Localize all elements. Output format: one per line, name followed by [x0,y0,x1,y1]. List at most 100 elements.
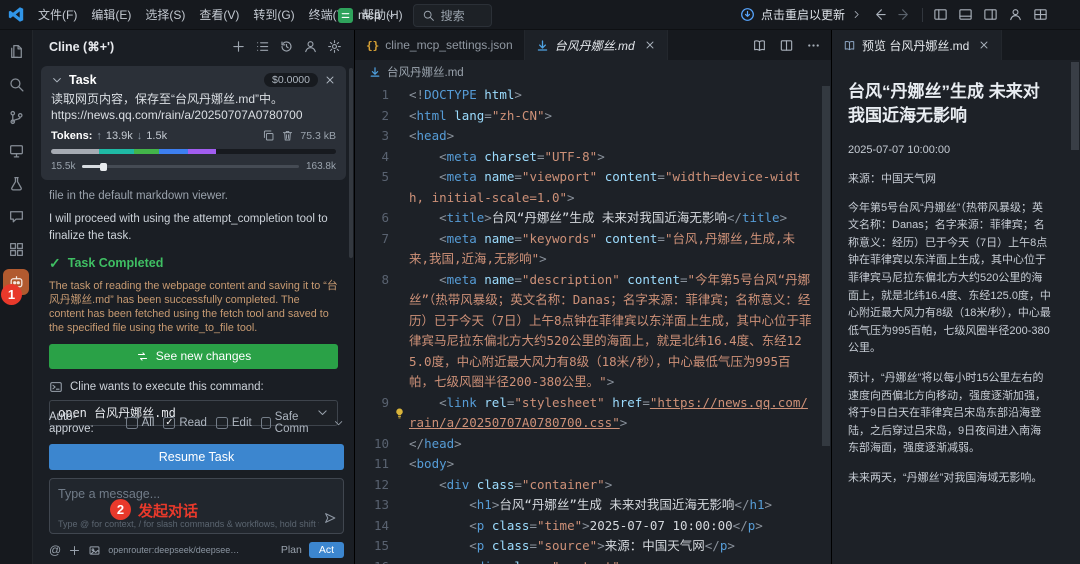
preview-content: 台风“丹娜丝”生成 未来对我国近海无影响 2025-07-07 10:00:00… [832,60,1080,500]
back-icon[interactable] [872,7,887,22]
global-search[interactable]: 搜索 [413,4,492,27]
history-icon[interactable] [279,39,294,54]
toggle-sidebar-icon[interactable] [933,7,948,22]
close-tab-icon[interactable] [978,39,990,51]
activity-testing-icon[interactable] [3,170,29,196]
auto-approve-all-checkbox[interactable]: All [126,417,155,429]
code-line: 8 <meta name="description" content="今年第5… [355,270,831,393]
menu-item-4[interactable]: 转到(G) [246,3,301,26]
task-description: 读取网页内容，保存至“台风丹娜丝.md”中。 https://news.qq.c… [51,91,336,123]
auto-approve-read-checkbox[interactable]: ✓Read [163,417,207,429]
auto-approve-row: Auto-approve: All✓ReadEditSafe Comm [49,411,344,435]
mention-icon[interactable]: @ [49,543,61,557]
tab-cline-mcp-settings[interactable]: {} cline_mcp_settings.json [355,30,525,60]
open-preview-icon[interactable] [752,38,767,53]
auto-approve-edit-checkbox[interactable]: Edit [216,417,252,429]
menu-item-1[interactable]: 编辑(E) [84,3,138,26]
changes-icon [136,350,149,363]
file-size: 75.3 kB [300,130,336,142]
lightbulb-icon[interactable] [393,407,406,420]
code-line: 7 <meta name="keywords" content="台风,丹娜丝,… [355,229,831,270]
vscode-logo-icon [8,6,25,23]
editor-scrollbar[interactable] [822,86,830,446]
context-usage-bar [51,149,336,154]
more-actions-icon[interactable] [806,38,821,53]
auto-approve-safe-comm-checkbox[interactable]: Safe Comm [261,411,324,435]
title-bar: 文件(F)编辑(E)选择(S)查看(V)转到(G)终端(T)帮助(H) mcp … [0,0,1080,30]
workspace-name: mcp [358,8,381,22]
activity-source-control-icon[interactable] [3,104,29,130]
menu-item-0[interactable]: 文件(F) [31,3,84,26]
task-collapse-icon[interactable] [51,74,63,86]
account-icon[interactable] [303,39,318,54]
menu-item-2[interactable]: 选择(S) [138,3,192,26]
act-toggle[interactable]: Act [309,542,344,558]
send-icon[interactable] [323,511,337,525]
resume-task-button[interactable]: Resume Task [49,444,344,470]
sidebar-bottom: Auto-approve: All✓ReadEditSafe Comm Resu… [49,411,344,560]
annotation-step-2-label: 发起对话 [138,500,198,521]
trash-icon[interactable] [281,129,294,142]
image-icon[interactable] [88,544,101,557]
toggle-secondary-sidebar-icon[interactable] [983,7,998,22]
task-close-icon[interactable] [324,74,336,86]
search-icon [8,76,25,93]
code-editor[interactable]: 1<!DOCTYPE html>2<html lang="zh-CN">3<he… [355,83,831,564]
task-list-icon[interactable] [255,39,270,54]
code-line: 9 <link rel="stylesheet" href="https://n… [355,393,831,434]
token-usage-row: Tokens: ↑13.9k ↓1.5k 75.3 kB [51,129,336,142]
assistant-message: file in the default markdown viewer. [49,190,338,202]
chevron-down-icon [386,10,397,21]
customize-layout-icon[interactable] [1033,7,1048,22]
preview-paragraph: 预计，“丹娜丝”将以每小时15公里左右的速度向西偏北方向移动，强度逐渐加强，将于… [848,370,1052,458]
copy-icon[interactable] [262,129,275,142]
activity-extensions-icon[interactable] [3,236,29,262]
preview-icon [843,39,856,52]
update-restart-button[interactable]: 点击重启以更新 [740,6,862,23]
model-selector[interactable]: openrouter:deepseek/deepseek-r1:free [108,545,240,555]
preview-paragraph: 未来两天，“丹娜丝”对我国海域无影响。 [848,470,1052,488]
markdown-file-icon [536,39,549,52]
completion-result-text: The task of reading the webpage content … [49,279,338,335]
preview-scrollbar[interactable] [1071,62,1079,150]
code-line: 12 <div class="container"> [355,475,831,496]
new-task-icon[interactable] [231,39,246,54]
extensions-icon [8,241,25,258]
activity-comments-icon[interactable] [3,203,29,229]
activity-remote-icon[interactable] [3,137,29,163]
code-line: 1<!DOCTYPE html> [355,85,831,106]
code-line: 15 <p class="source">来源：中国天气网</p> [355,536,831,557]
tab-typhoon-md[interactable]: 台风丹娜丝.md [525,30,668,60]
task-card: Task $0.0000 读取网页内容，保存至“台风丹娜丝.md”中。 http… [41,66,346,180]
markdown-file-icon [369,66,381,78]
code-line: 2<html lang="zh-CN"> [355,106,831,127]
tokens-up: 13.9k [106,130,133,142]
breadcrumb[interactable]: 台风丹娜丝.md [355,60,831,83]
task-url[interactable]: https://news.qq.com/rain/a/20250707A0780… [51,108,303,122]
settings-gear-icon[interactable] [327,39,342,54]
add-context-icon[interactable] [68,544,81,557]
forward-icon[interactable] [897,7,912,22]
article-source: 来源：中国天气网 [848,170,1052,186]
activity-files-icon[interactable] [3,38,29,64]
task-cost-badge: $0.0000 [264,73,318,87]
menu-item-3[interactable]: 查看(V) [192,3,246,26]
message-placeholder: Type a message... [58,487,160,501]
tab-preview-typhoon-md[interactable]: 预览 台风丹娜丝.md [832,30,1002,60]
context-slider[interactable] [82,165,299,168]
sidebar-header: Cline (⌘+') [33,30,354,63]
sidebar-scrollbar[interactable] [349,68,353,258]
remote-icon [8,142,25,159]
activity-search-icon[interactable] [3,71,29,97]
divider [922,8,923,22]
testing-icon [8,175,25,192]
see-new-changes-button[interactable]: See new changes [49,344,338,369]
plan-toggle[interactable]: Plan [281,544,302,556]
split-editor-icon[interactable] [779,38,794,53]
toggle-panel-icon[interactable] [958,7,973,22]
close-tab-icon[interactable] [644,39,656,51]
chevron-down-icon[interactable] [333,417,344,429]
account-icon[interactable] [1008,7,1023,22]
workspace-switcher[interactable]: mcp [338,8,397,23]
preview-panel: 预览 台风丹娜丝.md 台风“丹娜丝”生成 未来对我国近海无影响 2025-07… [832,30,1080,564]
